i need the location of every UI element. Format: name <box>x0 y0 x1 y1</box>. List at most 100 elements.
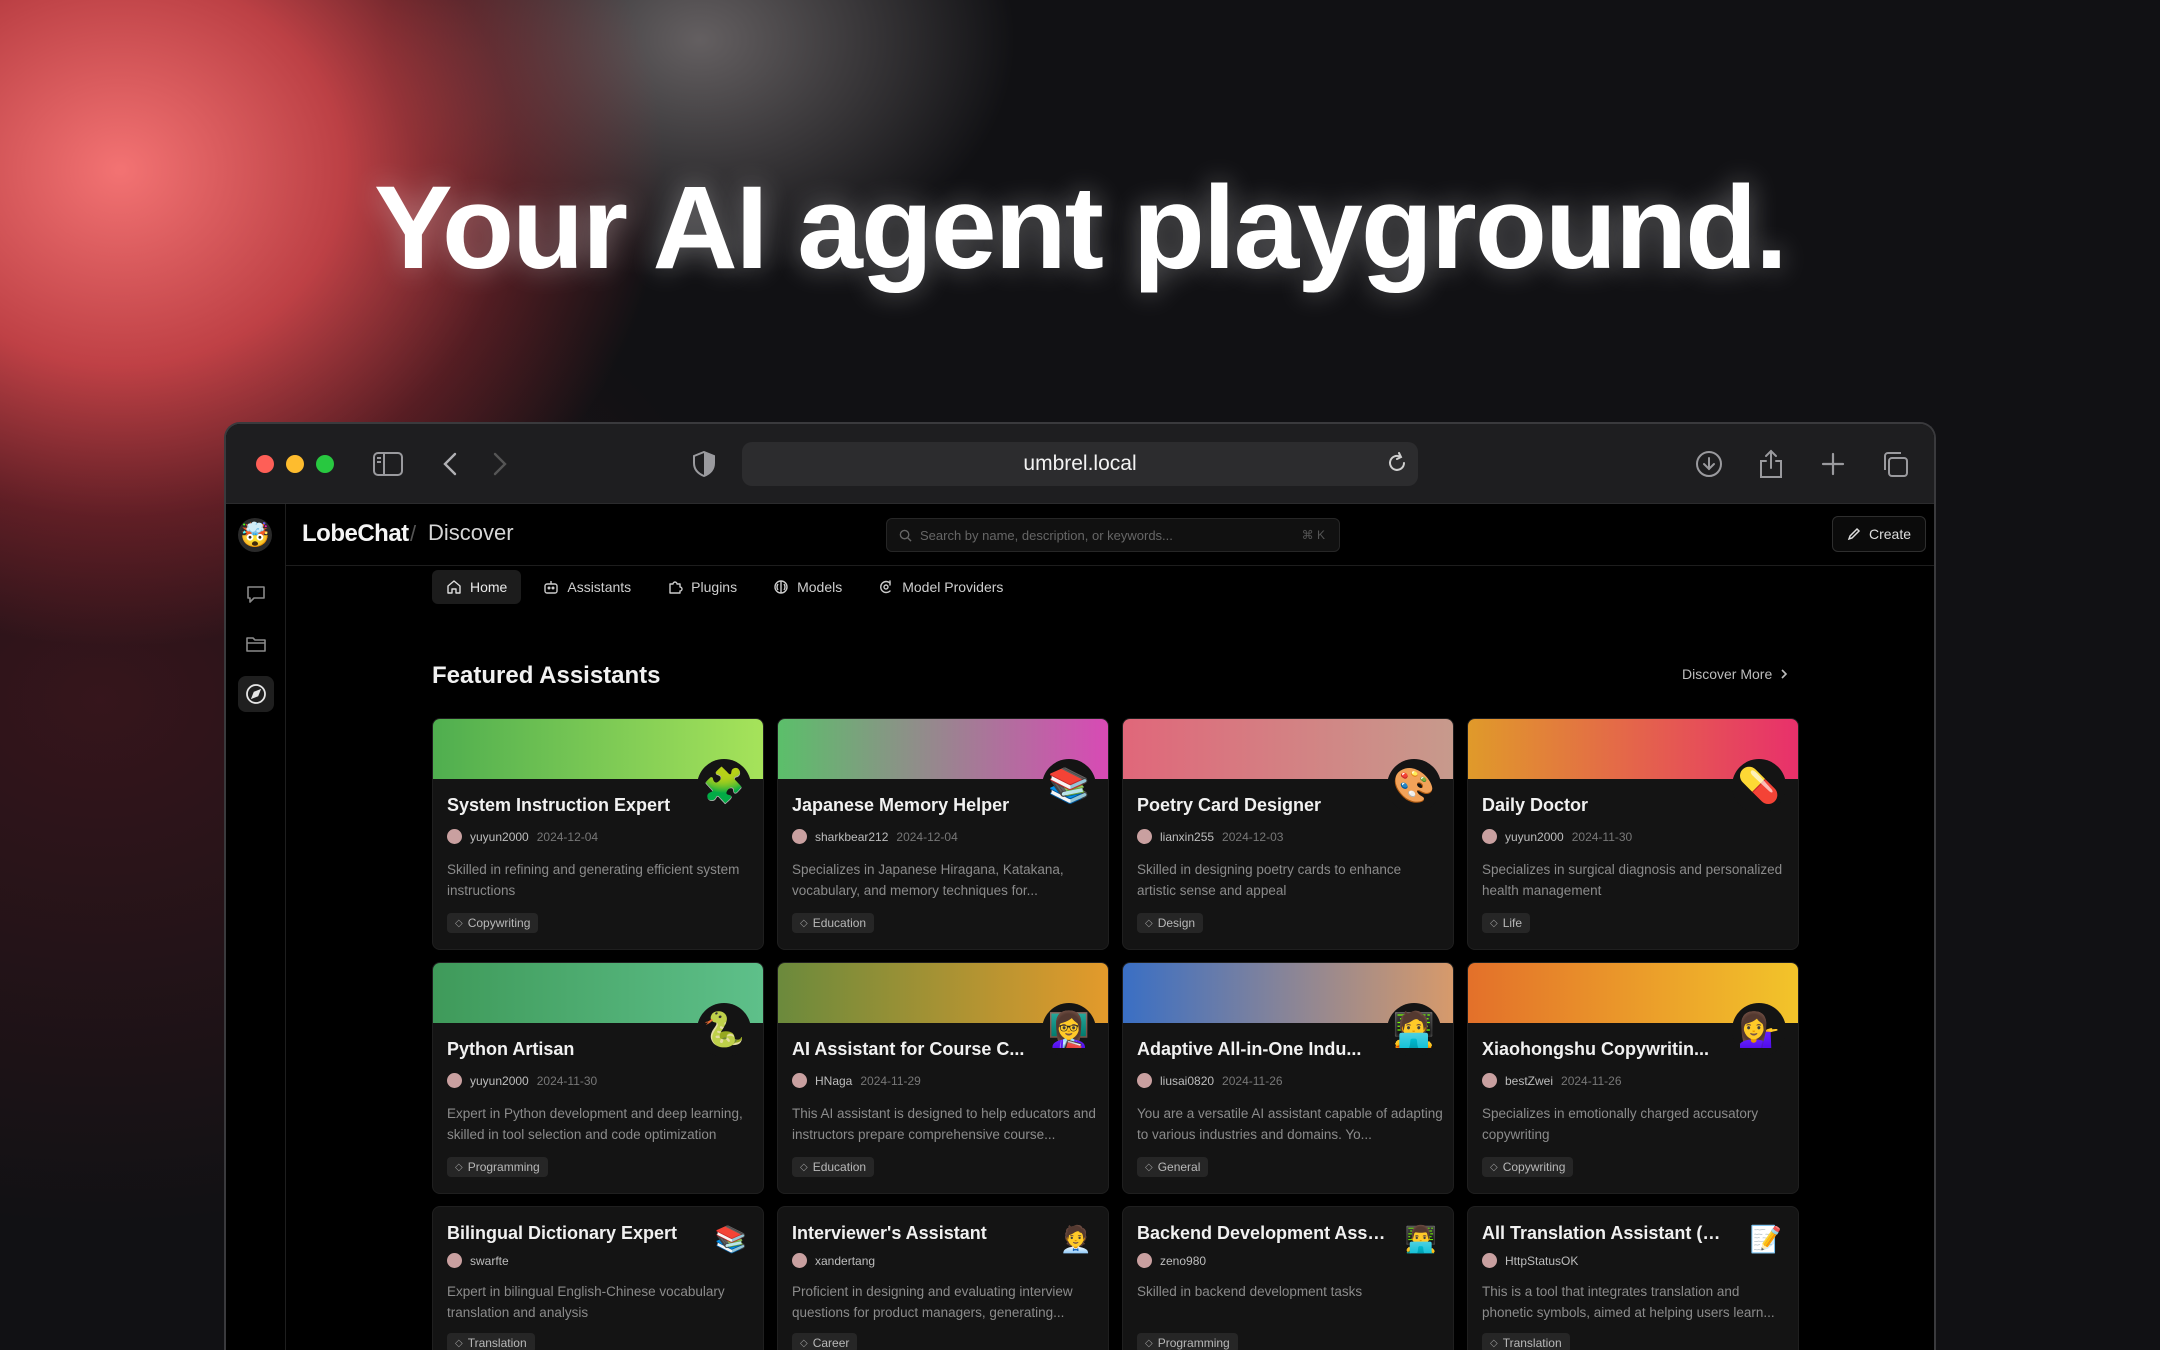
tag-label: Copywriting <box>467 916 531 930</box>
assistant-card[interactable]: 🧩 System Instruction Expert yuyun2000 2024-… <box>432 718 764 950</box>
chevron-right-icon <box>1781 669 1788 679</box>
card-title: All Translation Assistant (with Ph... <box>1482 1223 1732 1243</box>
folder-icon[interactable] <box>238 626 274 662</box>
author-avatar <box>447 1073 462 1088</box>
card-author[interactable]: HNaga <box>815 1074 852 1088</box>
lobechat-app: 🤯 LobeChat / Discover Search by name, de… <box>226 504 1934 1350</box>
assistant-avatar-icon: 🎨 <box>1387 759 1441 813</box>
card-author[interactable]: yuyun2000 <box>1505 830 1564 844</box>
card-author[interactable]: bestZwei <box>1505 1074 1553 1088</box>
card-meta: zeno980 <box>1137 1253 1214 1268</box>
assistant-card[interactable]: 🧑‍💻 Adaptive All-in-One Indu... liusai0820… <box>1122 962 1454 1194</box>
category-tag[interactable]: ◇ Programming <box>447 1157 548 1177</box>
top-navigation: LobeChat / Discover Search by name, desc… <box>286 504 1934 566</box>
card-author[interactable]: zeno980 <box>1160 1254 1206 1268</box>
assistant-card[interactable]: 🎨 Poetry Card Designer lianxin255 2024-12-0… <box>1122 718 1454 950</box>
card-title: System Instruction Expert <box>447 795 671 815</box>
search-placeholder: Search by name, description, or keywords… <box>920 527 1173 543</box>
assistant-card[interactable]: 🧑‍💼 Interviewer's Assistant xandertang Prof… <box>777 1206 1109 1350</box>
tag-icon: ◇ <box>455 917 463 929</box>
card-description: This AI assistant is designed to help ed… <box>792 1106 1096 1142</box>
maximize-window-button[interactable] <box>316 455 334 473</box>
assistant-avatar-icon: 🧩 <box>697 759 751 813</box>
category-tag[interactable]: ◇ General <box>1137 1157 1209 1177</box>
card-date: 2024-12-04 <box>536 829 599 844</box>
card-author[interactable]: HttpStatusOK <box>1505 1254 1578 1268</box>
card-title: Interviewer's Assistant <box>792 1223 987 1243</box>
discover-more-label: Discover More <box>1682 666 1773 682</box>
category-tag[interactable]: ◇ Design <box>1137 913 1204 933</box>
minimize-window-button[interactable] <box>286 455 304 473</box>
category-tag[interactable]: ◇ Education <box>792 1157 875 1177</box>
forward-icon[interactable] <box>488 446 512 482</box>
assistant-card[interactable]: 👩‍🏫 AI Assistant for Course C... HNaga 2024… <box>777 962 1109 1194</box>
assistant-card[interactable]: 💁‍♀️ Xiaohongshu Copywritin... bestZwei 202… <box>1467 962 1799 1194</box>
tab-home[interactable]: Home <box>432 570 522 604</box>
chat-icon[interactable] <box>238 576 274 612</box>
card-description: Skilled in designing poetry cards to enh… <box>1137 862 1402 898</box>
assistant-card[interactable]: 🐍 Python Artisan yuyun2000 2024-11-30 Expert… <box>432 962 764 1194</box>
assistant-card[interactable]: 👨‍💻 Backend Development Assistant zeno980 S… <box>1122 1206 1454 1350</box>
user-avatar[interactable]: 🤯 <box>238 518 272 552</box>
assistant-card[interactable]: 💊 Daily Doctor yuyun2000 2024-11-30 Speciali… <box>1467 718 1799 950</box>
tag-icon: ◇ <box>1145 1337 1153 1349</box>
category-tag[interactable]: ◇ Programming <box>1137 1333 1238 1350</box>
tab-plugins[interactable]: Plugins <box>653 570 751 604</box>
tag-icon: ◇ <box>800 1337 808 1349</box>
card-author[interactable]: yuyun2000 <box>470 1074 529 1088</box>
new-tab-icon[interactable] <box>1818 446 1848 482</box>
card-author[interactable]: sharkbear212 <box>815 830 888 844</box>
card-author[interactable]: lianxin255 <box>1160 830 1214 844</box>
back-icon[interactable] <box>438 446 462 482</box>
assistant-card[interactable]: 📚 Bilingual Dictionary Expert swarfte Exper… <box>432 1206 764 1350</box>
card-meta: lianxin255 2024-12-03 <box>1137 829 1283 844</box>
tab-overview-icon[interactable] <box>1880 446 1910 482</box>
sidebar-toggle-icon[interactable] <box>372 446 404 482</box>
tab-model-providers[interactable]: Model Providers <box>864 570 1017 604</box>
card-author[interactable]: xandertang <box>815 1254 875 1268</box>
author-avatar <box>1137 829 1152 844</box>
assistant-card[interactable]: 📝 All Translation Assistant (with Ph... Ht… <box>1467 1206 1799 1350</box>
discover-more-link[interactable]: Discover More <box>1682 666 1788 682</box>
share-icon[interactable] <box>1756 446 1786 482</box>
author-avatar <box>792 829 807 844</box>
search-input[interactable]: Search by name, description, or keywords… <box>886 518 1340 552</box>
card-meta: xandertang <box>792 1253 883 1268</box>
assistant-avatar-icon: 🧑‍💻 <box>1387 1003 1441 1057</box>
privacy-shield-icon[interactable] <box>690 446 718 482</box>
tab-assistants[interactable]: Assistants <box>529 570 645 604</box>
card-meta: liusai0820 2024-11-26 <box>1137 1073 1283 1088</box>
card-meta: yuyun2000 2024-12-04 <box>447 829 598 844</box>
card-title: Daily Doctor <box>1482 795 1589 815</box>
download-icon[interactable] <box>1694 446 1724 482</box>
assistant-avatar-icon: 🐍 <box>697 1003 751 1057</box>
category-tag[interactable]: ◇ Copywriting <box>447 913 539 933</box>
tag-icon: ◇ <box>1490 1337 1498 1349</box>
category-tag[interactable]: ◇ Life <box>1482 913 1531 933</box>
reload-icon[interactable] <box>1386 452 1408 480</box>
assistant-card[interactable]: 📚 Japanese Memory Helper sharkbear212 2024-… <box>777 718 1109 950</box>
category-tag[interactable]: ◇ Translation <box>1482 1333 1570 1350</box>
category-tag[interactable]: ◇ Copywriting <box>1482 1157 1574 1177</box>
address-bar[interactable]: umbrel.local <box>742 442 1418 486</box>
author-avatar <box>792 1253 807 1268</box>
card-date: 2024-11-29 <box>860 1073 921 1088</box>
category-tag[interactable]: ◇ Translation <box>447 1333 535 1350</box>
category-tag[interactable]: ◇ Education <box>792 913 875 933</box>
card-author[interactable]: yuyun2000 <box>470 830 529 844</box>
close-window-button[interactable] <box>256 455 274 473</box>
tab-models[interactable]: Models <box>759 570 856 604</box>
tab-plugins-label: Plugins <box>691 579 738 595</box>
assistant-avatar-icon: 💊 <box>1732 759 1786 813</box>
brand-logo[interactable]: LobeChat <box>302 520 409 548</box>
card-author[interactable]: liusai0820 <box>1160 1074 1214 1088</box>
discover-compass-icon[interactable] <box>238 676 274 712</box>
card-meta: yuyun2000 2024-11-30 <box>447 1073 597 1088</box>
card-title: Backend Development Assistant <box>1137 1223 1387 1243</box>
card-date: 2024-12-04 <box>896 829 958 844</box>
category-tag[interactable]: ◇ Career <box>792 1333 858 1350</box>
card-author[interactable]: swarfte <box>470 1254 509 1268</box>
create-button[interactable]: Create <box>1831 516 1926 552</box>
section-title: Featured Assistants <box>432 662 661 689</box>
browser-window: umbrel.local 🤯 LobeChat / Discover Searc… <box>224 422 1936 1350</box>
